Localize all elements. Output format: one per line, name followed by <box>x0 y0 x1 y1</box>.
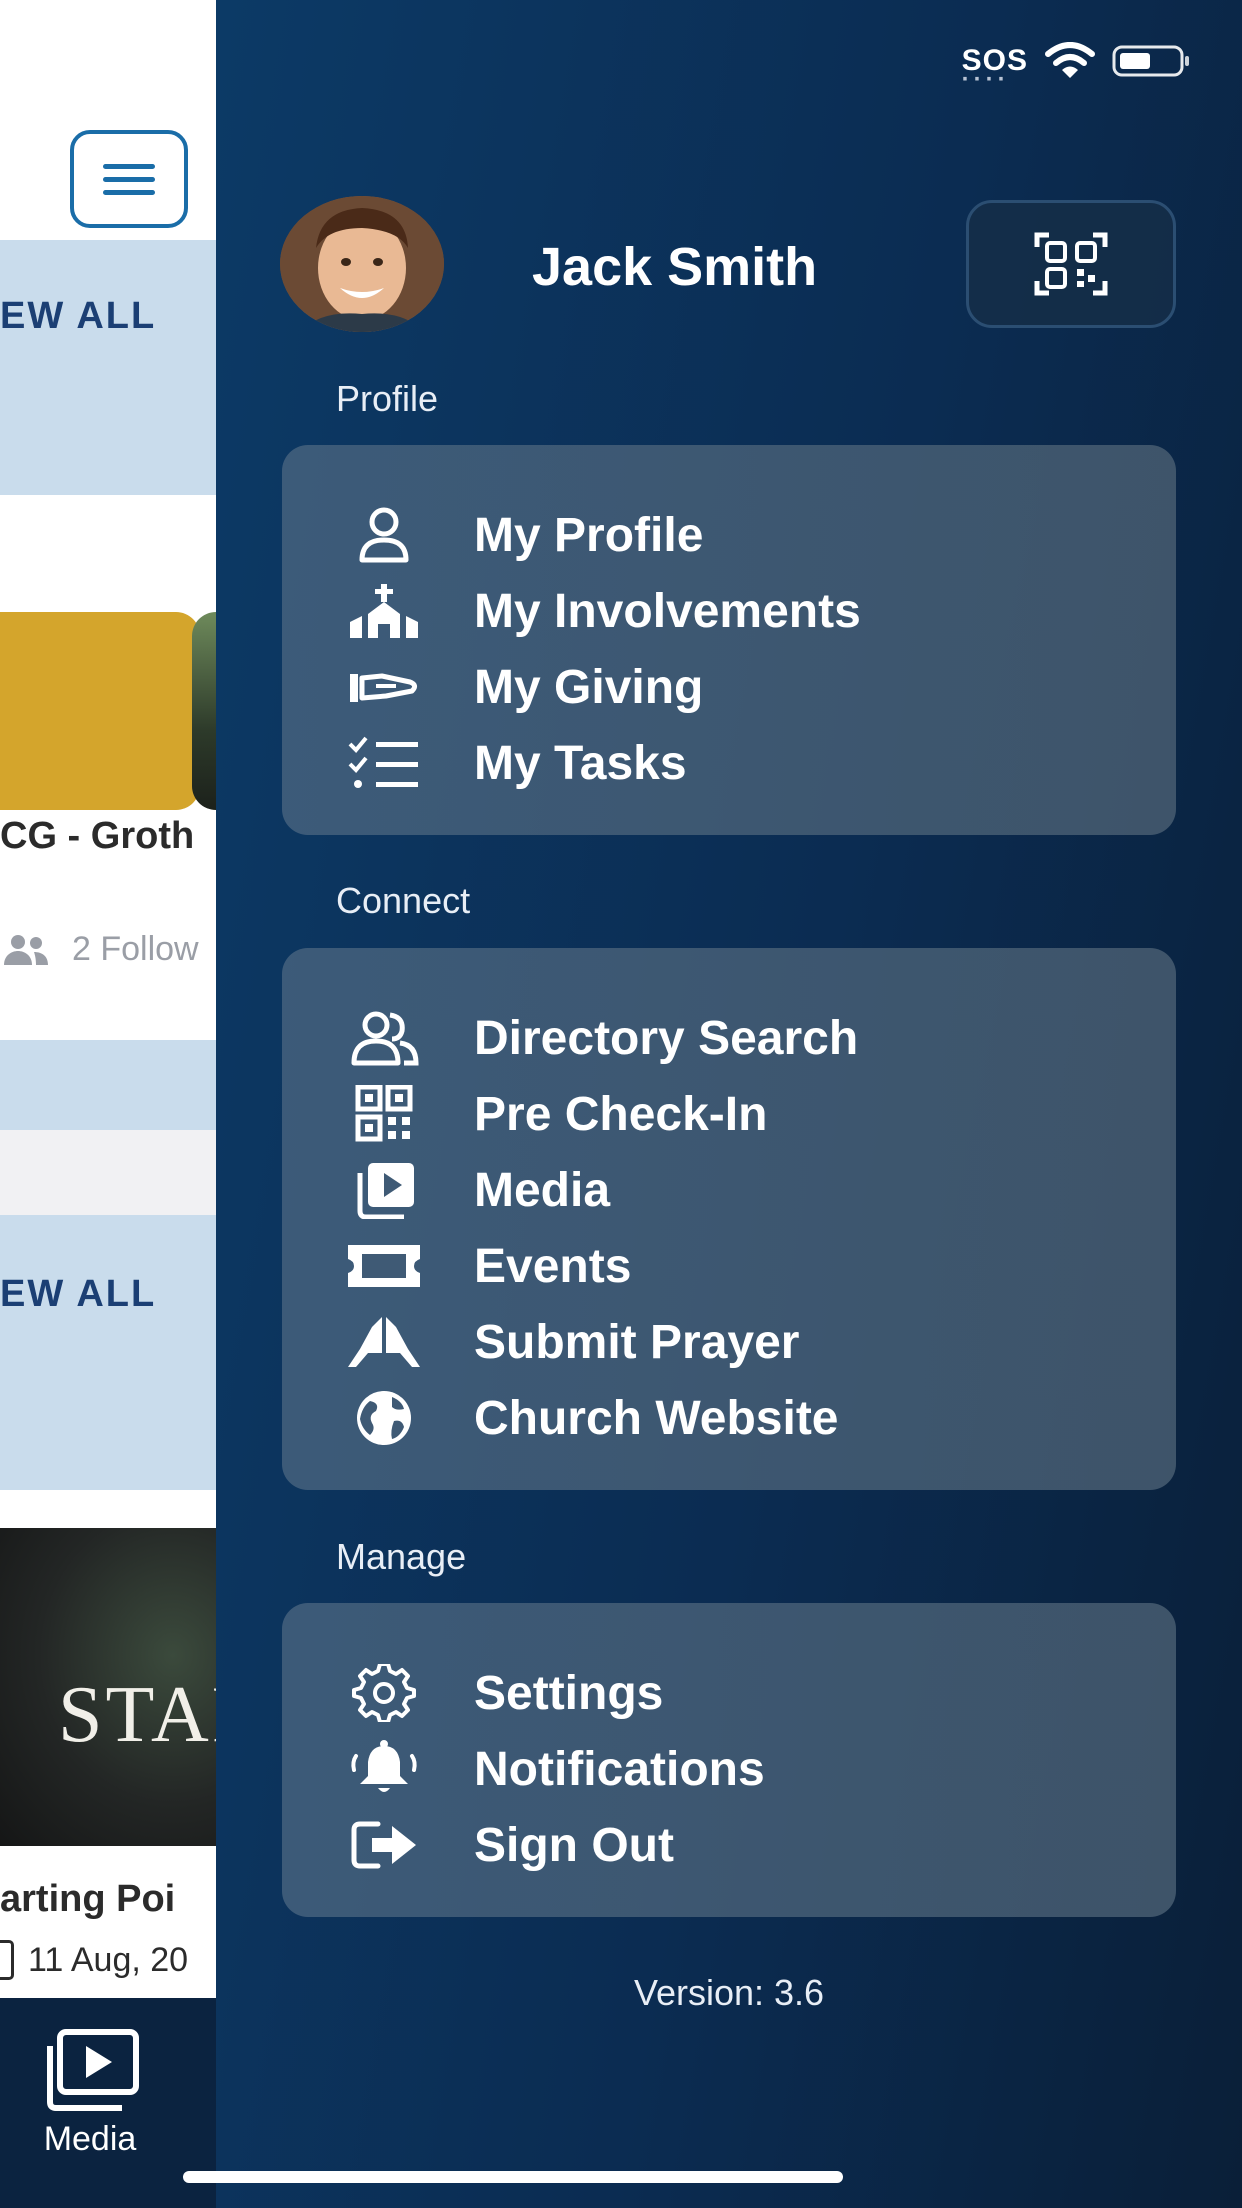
menu-label: Submit Prayer <box>474 1315 800 1369</box>
background-app: EW ALL CG - Groth 2 Follow EW ALL STAR a… <box>0 0 216 2208</box>
menu-item-my-profile[interactable]: My Profile <box>282 497 1176 573</box>
menu-label: Church Website <box>474 1391 839 1445</box>
app-version: Version: 3.6 <box>633 1972 825 2013</box>
menu-label: My Tasks <box>474 736 687 790</box>
followers-count: 2 Follow <box>72 930 199 968</box>
home-indicator <box>183 2171 843 2183</box>
menu-label: Events <box>474 1239 632 1293</box>
hamburger-menu-button[interactable] <box>70 130 188 228</box>
section-label-manage: Manage <box>336 1536 467 1577</box>
side-drawer: SOS Jack Smith <box>216 0 1242 2208</box>
menu-item-sign-out[interactable]: Sign Out <box>282 1807 1176 1883</box>
menu-item-my-giving[interactable]: My Giving <box>282 649 1176 725</box>
group-name: CG - Groth <box>0 815 195 857</box>
menu-item-church-website[interactable]: Church Website <box>282 1380 1176 1456</box>
menu-item-media[interactable]: Media <box>282 1152 1176 1228</box>
thumbnail-text: STAR <box>58 1671 216 1759</box>
tab-media-label: Media <box>43 2120 137 2158</box>
status-bar: SOS <box>962 42 1192 94</box>
qr-scan-button[interactable] <box>966 200 1176 328</box>
sign-out-icon <box>344 1815 424 1875</box>
menu-label: Pre Check-In <box>474 1087 768 1141</box>
user-name: Jack Smith <box>532 237 818 297</box>
divider-band <box>0 1040 216 1130</box>
menu-item-my-involvements[interactable]: My Involvements <box>282 573 1176 649</box>
section-label-connect: Connect <box>336 880 471 921</box>
qr-scan-icon <box>1034 232 1108 296</box>
menu-label: My Giving <box>474 660 704 714</box>
hamburger-line <box>103 176 155 182</box>
globe-icon <box>344 1388 424 1448</box>
hamburger-line <box>103 189 155 195</box>
menu-item-events[interactable]: Events <box>282 1228 1176 1304</box>
media-play-icon <box>344 1160 424 1220</box>
manage-menu-card: Settings Notifications Sign Out <box>282 1603 1176 1917</box>
people-icon <box>4 934 48 965</box>
group-photo-edge <box>192 612 216 810</box>
sos-indicator: SOS <box>962 44 1028 94</box>
media-date-text: 11 Aug, 20 <box>28 1940 189 1979</box>
person-icon <box>344 505 424 565</box>
hamburger-line <box>103 163 155 169</box>
media-play-icon <box>47 2029 139 2111</box>
ticket-icon <box>344 1236 424 1296</box>
view-all-link[interactable]: EW ALL <box>0 1273 156 1316</box>
tab-media[interactable]: Media <box>30 2028 150 2159</box>
view-all-link[interactable]: EW ALL <box>0 295 156 338</box>
menu-item-directory-search[interactable]: Directory Search <box>282 1000 1176 1076</box>
menu-label: Directory Search <box>474 1011 859 1065</box>
groups-band <box>0 240 216 495</box>
menu-label: My Profile <box>474 508 704 562</box>
menu-label: Settings <box>474 1666 664 1720</box>
menu-item-my-tasks[interactable]: My Tasks <box>282 725 1176 801</box>
menu-label: Notifications <box>474 1742 765 1796</box>
section-label-profile: Profile <box>336 378 439 419</box>
gear-icon <box>344 1663 424 1723</box>
menu-item-pre-check-in[interactable]: Pre Check-In <box>282 1076 1176 1152</box>
group-image <box>0 612 200 810</box>
menu-label: Media <box>474 1163 611 1217</box>
menu-item-notifications[interactable]: Notifications <box>282 1731 1176 1807</box>
menu-label: My Involvements <box>474 584 861 638</box>
profile-menu-card: My Profile My Involvements My Giving My … <box>282 445 1176 835</box>
media-band <box>0 1215 216 1490</box>
connect-menu-card: Directory Search Pre Check-In Media Even… <box>282 948 1176 1490</box>
people-icon <box>344 1008 424 1068</box>
calendar-icon <box>0 1940 14 1980</box>
wifi-icon <box>1045 42 1095 78</box>
profile-photo <box>280 196 444 332</box>
giving-hand-icon <box>344 657 424 717</box>
checklist-icon <box>344 733 424 793</box>
menu-item-settings[interactable]: Settings <box>282 1655 1176 1731</box>
menu-item-submit-prayer[interactable]: Submit Prayer <box>282 1304 1176 1380</box>
avatar[interactable] <box>280 196 444 332</box>
battery-icon <box>1112 45 1189 77</box>
section-gap <box>0 1130 216 1215</box>
church-icon <box>344 581 424 641</box>
bell-icon <box>344 1739 424 1799</box>
group-followers: 2 Follow <box>0 930 199 969</box>
media-date: 11 Aug, 20 <box>0 1940 188 1980</box>
media-title: arting Poi <box>0 1878 176 1920</box>
menu-label: Sign Out <box>474 1818 674 1872</box>
qr-code-icon <box>344 1084 424 1144</box>
praying-hands-icon <box>344 1312 424 1372</box>
